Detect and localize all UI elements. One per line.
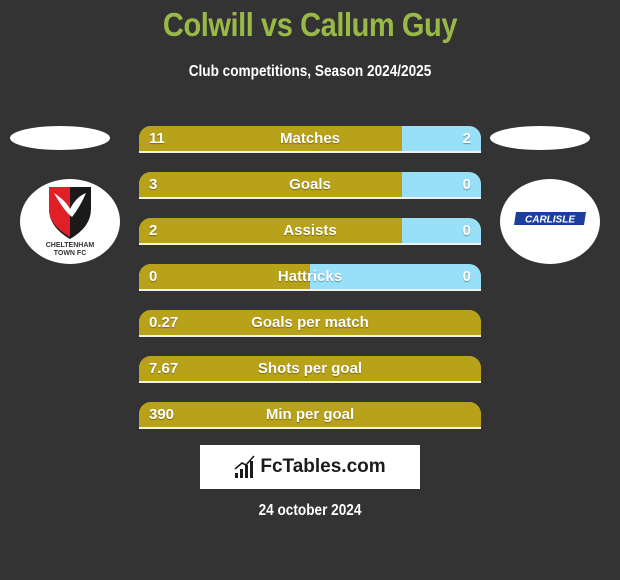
cheltenham-crest-icon: CHELTENHAM TOWN FC bbox=[46, 187, 95, 257]
stat-row-matches: Matches 11 2 bbox=[139, 126, 481, 152]
stat-row-hattricks: Hattricks 0 0 bbox=[139, 264, 481, 290]
carlisle-logo-icon: CARLISLE bbox=[514, 212, 586, 226]
right-value: 0 bbox=[462, 176, 471, 193]
page-title: Colwill vs Callum Guy bbox=[162, 6, 458, 43]
left-value: 0 bbox=[149, 268, 158, 285]
stat-label: Hattricks bbox=[277, 268, 343, 285]
stat-row-assists: Assists 2 0 bbox=[139, 218, 481, 244]
svg-text:CARLISLE: CARLISLE bbox=[525, 215, 575, 226]
left-value: 7.67 bbox=[149, 360, 179, 377]
left-value: 2 bbox=[149, 222, 158, 239]
stat-row-goals: Goals 3 0 bbox=[139, 172, 481, 198]
stat-row-min-per-goal: Min per goal 390 bbox=[139, 402, 481, 428]
stat-row-shots-per-goal: Shots per goal 7.67 bbox=[139, 356, 481, 382]
stat-label: Assists bbox=[283, 222, 337, 239]
fctables-brand[interactable]: FcTables.com bbox=[200, 445, 420, 489]
stat-row-goals-per-match: Goals per match 0.27 bbox=[139, 310, 481, 336]
right-value: 0 bbox=[462, 222, 471, 239]
svg-text:TOWN FC: TOWN FC bbox=[54, 250, 87, 257]
stat-label: Shots per goal bbox=[257, 360, 363, 377]
left-value: 3 bbox=[149, 176, 158, 193]
left-team-logo[interactable]: CHELTENHAM TOWN FC bbox=[20, 179, 120, 264]
competition-subtitle: Club competitions, Season 2024/2025 bbox=[188, 63, 432, 80]
svg-text:CHELTENHAM: CHELTENHAM bbox=[46, 242, 95, 249]
left-value: 11 bbox=[149, 130, 165, 147]
stat-label: Min per goal bbox=[265, 406, 355, 423]
brand-name: FcTables.com bbox=[260, 456, 386, 477]
left-value: 390 bbox=[149, 406, 175, 423]
bar-chart-icon bbox=[234, 455, 255, 478]
left-value: 0.27 bbox=[149, 314, 179, 331]
right-value: 0 bbox=[462, 268, 471, 285]
left-player-placeholder bbox=[10, 126, 110, 150]
stat-label: Matches bbox=[279, 130, 341, 147]
date-label: 24 october 2024 bbox=[258, 502, 362, 519]
right-value: 2 bbox=[462, 130, 471, 147]
right-player-placeholder bbox=[490, 126, 590, 150]
stat-label: Goals per match bbox=[251, 314, 369, 331]
right-team-logo[interactable]: CARLISLE bbox=[500, 179, 600, 264]
stat-label: Goals bbox=[289, 176, 331, 193]
